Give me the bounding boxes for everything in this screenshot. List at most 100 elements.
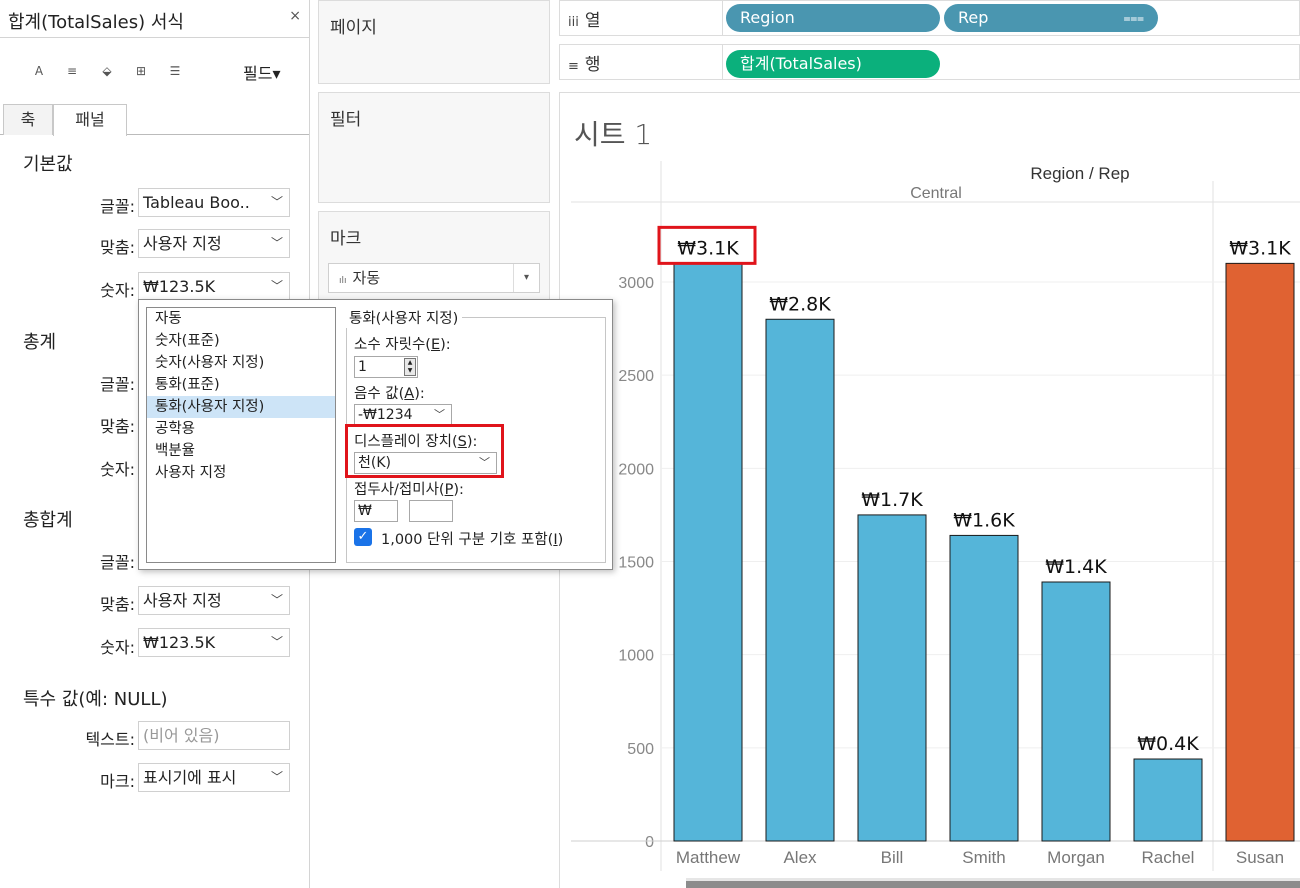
horizontal-scrollbar-thumb[interactable]: [686, 881, 1300, 888]
pill-region[interactable]: Region: [726, 4, 940, 32]
thousands-separator-checkbox[interactable]: ✓: [354, 528, 372, 546]
rows-shelf[interactable]: ≡ 행 합계(TotalSales): [559, 44, 1300, 80]
stepper-arrows-icon[interactable]: ▲ ▼: [404, 358, 416, 376]
filters-card-title: 필터: [330, 110, 362, 130]
bar: [1225, 262, 1295, 842]
format-option-custom[interactable]: 사용자 지정: [147, 462, 335, 484]
chevron-down-icon: ﹀: [270, 770, 283, 784]
bar: [673, 262, 743, 842]
y-tick-label: 1500: [618, 555, 654, 572]
number-dropdown[interactable]: ₩123.5K ﹀: [138, 272, 290, 301]
x-tick-label: Rachel: [1142, 848, 1195, 867]
format-option-percentage[interactable]: 백분율: [147, 440, 335, 462]
bar: [1133, 758, 1203, 842]
x-tick-label: Smith: [962, 848, 1005, 867]
pages-card-title: 페이지: [330, 18, 377, 38]
format-option-auto[interactable]: 자동: [147, 308, 335, 330]
grand-number-dropdown[interactable]: ₩123.5K ﹀: [138, 628, 290, 657]
chevron-down-icon: ﹀: [270, 195, 283, 209]
shading-icon[interactable]: ⬙: [96, 60, 118, 82]
worksheet: 시트 1 Region / Rep Central 0 500 1000 1500 2000…: [559, 92, 1300, 888]
bar-data-label: ₩0.4K: [1137, 733, 1199, 755]
section-totals: 총계: [23, 332, 57, 353]
format-option-number-standard[interactable]: 숫자(표준): [147, 330, 335, 352]
columns-shelf[interactable]: iii 열 Region Rep ⩶: [559, 0, 1300, 36]
columns-label: 열: [584, 11, 601, 31]
grand-number-label: 숫자:: [100, 638, 135, 657]
borders-icon[interactable]: ⊞: [130, 60, 152, 82]
special-marks-dropdown[interactable]: 표시기에 표시 ﹀: [138, 763, 290, 792]
chevron-down-icon: ﹀: [270, 593, 283, 607]
negative-value: -₩1234: [358, 407, 413, 423]
bar-chart: Region / Rep Central 0 500 1000 1500 2000 2500 3…: [571, 161, 1300, 871]
section-default: 기본값: [23, 154, 73, 175]
pages-card[interactable]: 페이지: [318, 0, 550, 84]
x-tick-label: Susan: [1236, 848, 1284, 867]
suffix-input[interactable]: [409, 500, 453, 522]
region-label: Central: [910, 185, 962, 202]
special-text-input[interactable]: (비어 있음): [138, 721, 290, 750]
shelf-divider: [722, 45, 723, 79]
font-icon[interactable]: A: [28, 60, 50, 82]
lines-icon[interactable]: ☰: [164, 60, 186, 82]
filters-card[interactable]: 필터: [318, 92, 550, 203]
prefix-input[interactable]: ₩: [354, 500, 398, 522]
special-marks-value: 표시기에 표시: [143, 768, 237, 787]
negative-value-select[interactable]: -₩1234 ﹀: [354, 404, 452, 426]
number-format-popup: 자동 숫자(표준) 숫자(사용자 지정) 통화(표준) 통화(사용자 지정) 공…: [138, 299, 613, 570]
totals-align-label: 맞춤:: [100, 417, 135, 436]
bar-chart-icon: ılı: [339, 276, 347, 286]
x-tick-label: Matthew: [676, 848, 741, 867]
align-label: 맞춤:: [100, 238, 135, 257]
format-pane-title: 합계(TotalSales) 서식: [8, 12, 184, 33]
pill-rep[interactable]: Rep ⩶: [944, 4, 1158, 32]
decimals-stepper[interactable]: 1 ▲ ▼: [354, 356, 418, 378]
font-dropdown[interactable]: Tableau Boo.. ﹀: [138, 188, 290, 217]
decimals-value: 1: [358, 359, 367, 375]
bar: [1041, 581, 1111, 842]
decimals-label: 소수 자릿수(E):: [354, 337, 451, 353]
y-tick-label: 2500: [618, 368, 654, 385]
x-tick-label: Morgan: [1047, 848, 1105, 867]
format-option-scientific[interactable]: 공학용: [147, 418, 335, 440]
x-tick-label: Bill: [881, 848, 904, 867]
section-grand-totals: 총합계: [23, 510, 73, 531]
font-label: 글꼴:: [100, 197, 135, 216]
bar-data-label: ₩2.8K: [769, 293, 831, 315]
pill-total-sales[interactable]: 합계(TotalSales): [726, 50, 940, 78]
format-option-currency-custom[interactable]: 통화(사용자 지정): [147, 396, 335, 418]
font-value: Tableau Boo..: [143, 193, 250, 212]
mark-type-dropdown[interactable]: ılı 자동 ▾: [328, 263, 540, 293]
y-tick-label: 0: [645, 834, 654, 851]
grand-align-dropdown[interactable]: 사용자 지정 ﹀: [138, 586, 290, 615]
bar: [857, 514, 927, 842]
align-value: 사용자 지정: [143, 234, 222, 253]
format-option-currency-standard[interactable]: 통화(표준): [147, 374, 335, 396]
bar-data-label: ₩1.7K: [861, 489, 923, 511]
chevron-down-icon: ﹀: [270, 635, 283, 649]
tab-pane[interactable]: 패널: [53, 104, 127, 136]
columns-shelf-label: iii 열: [568, 6, 600, 31]
format-group-title: 통화(사용자 지정): [346, 307, 463, 328]
align-dropdown[interactable]: 사용자 지정 ﹀: [138, 229, 290, 258]
thousands-separator-label: 1,000 단위 구분 기호 포함(I): [381, 532, 564, 548]
bar-data-label: ₩3.1K: [1229, 237, 1291, 259]
pill-rep-label: Rep: [958, 8, 989, 27]
tab-axis[interactable]: 축: [3, 104, 53, 135]
grand-font-label: 글꼴:: [100, 553, 135, 572]
fields-dropdown[interactable]: 필드▾: [243, 60, 280, 84]
display-units-highlight: [345, 424, 504, 478]
format-tabs: 축 패널: [0, 104, 309, 136]
shelf-divider: [722, 1, 723, 35]
mark-type-value: 자동: [352, 269, 381, 287]
number-format-list[interactable]: 자동 숫자(표준) 숫자(사용자 지정) 통화(표준) 통화(사용자 지정) 공…: [146, 307, 336, 563]
grand-align-value: 사용자 지정: [143, 591, 222, 610]
header-title: Region / Rep: [1030, 164, 1129, 183]
bar-data-label: ₩3.1K: [677, 237, 739, 259]
chevron-down-icon: ﹀: [434, 408, 445, 421]
columns-icon: iii: [568, 15, 579, 30]
alignment-icon[interactable]: ≡: [61, 60, 83, 82]
format-option-number-custom[interactable]: 숫자(사용자 지정): [147, 352, 335, 374]
y-tick-label: 2000: [618, 461, 654, 478]
close-icon[interactable]: ×: [289, 8, 301, 24]
